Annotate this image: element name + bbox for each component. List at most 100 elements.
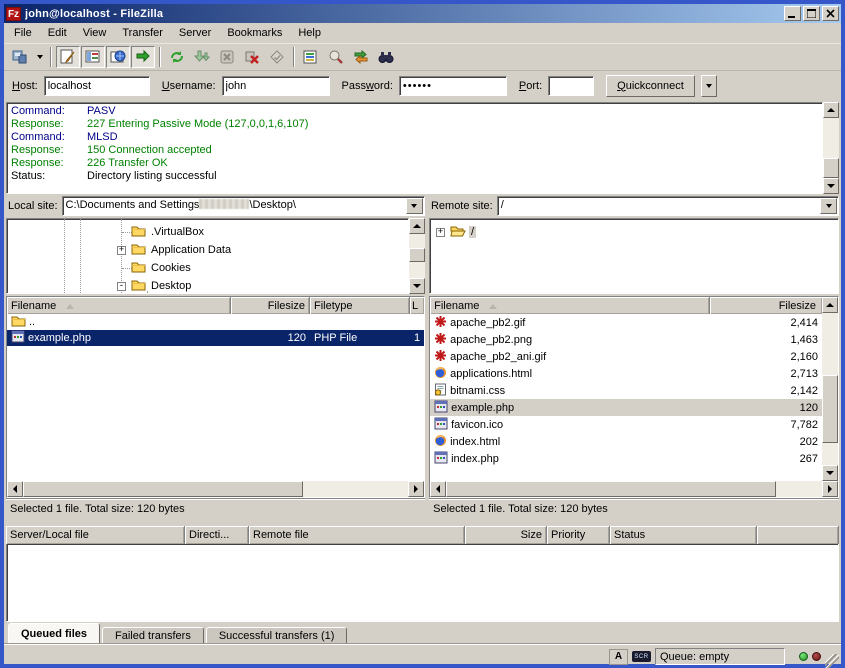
horizontal-splitter[interactable] xyxy=(4,518,841,526)
list-item[interactable]: apache_pb2.png 1,463 xyxy=(430,331,822,348)
close-button[interactable] xyxy=(822,6,839,21)
directory-filters-button[interactable] xyxy=(299,46,323,68)
menu-view[interactable]: View xyxy=(75,24,115,42)
tree-item-application-data[interactable]: Application Data xyxy=(131,241,233,259)
scrollbar-thumb[interactable] xyxy=(23,481,303,497)
tab-failed-transfers[interactable]: Failed transfers xyxy=(102,627,204,644)
local-path-dropdown[interactable] xyxy=(406,198,423,214)
sort-ascending-icon xyxy=(66,300,74,309)
scroll-up-button[interactable] xyxy=(823,102,839,118)
toggle-message-log-button[interactable] xyxy=(56,46,80,68)
list-item[interactable]: index.php 267 xyxy=(430,450,822,467)
list-item[interactable]: apache_pb2.gif 2,414 xyxy=(430,314,822,331)
quickconnect-dropdown[interactable] xyxy=(701,75,717,97)
speedlimit-indicator-icon[interactable]: SCR xyxy=(632,651,651,662)
column-header-direction[interactable]: Directi... xyxy=(185,526,249,544)
reconnect-button[interactable] xyxy=(265,46,289,68)
host-input[interactable] xyxy=(44,76,150,96)
local-tree-scrollbar[interactable] xyxy=(409,218,425,294)
menu-help[interactable]: Help xyxy=(290,24,329,42)
list-item[interactable]: apache_pb2_ani.gif 2,160 xyxy=(430,348,822,365)
tree-item-cookies[interactable]: Cookies xyxy=(131,259,193,277)
list-item[interactable]: index.html 202 xyxy=(430,433,822,450)
refresh-button[interactable] xyxy=(165,46,189,68)
synchronized-browsing-button[interactable] xyxy=(349,46,373,68)
column-header-filename[interactable]: Filename xyxy=(430,297,710,314)
menu-edit[interactable]: Edit xyxy=(40,24,75,42)
queue-body[interactable] xyxy=(6,544,839,622)
scrollbar-thumb[interactable] xyxy=(822,375,838,443)
disconnect-button[interactable] xyxy=(240,46,264,68)
column-header-remote-file[interactable]: Remote file xyxy=(249,526,465,544)
remote-file-list[interactable]: apache_pb2.gif 2,414 apache_pb2.png 1,46… xyxy=(430,314,822,481)
toggle-transfer-queue-button[interactable] xyxy=(131,46,155,68)
list-item[interactable]: bitnami.css 2,142 xyxy=(430,382,822,399)
column-header-filename[interactable]: Filename xyxy=(7,297,231,314)
scrollbar-thumb[interactable] xyxy=(823,158,839,178)
scroll-left-button[interactable] xyxy=(430,481,446,497)
local-horizontal-scrollbar[interactable] xyxy=(7,481,424,497)
column-header-priority[interactable]: Priority xyxy=(547,526,610,544)
quickconnect-button[interactable]: Quickconnect xyxy=(606,75,695,97)
site-manager-dropdown[interactable] xyxy=(33,46,46,68)
scroll-down-button[interactable] xyxy=(822,465,838,481)
message-log-box[interactable]: Command:PASV Response:227 Entering Passi… xyxy=(6,102,823,194)
collapse-icon[interactable]: - xyxy=(117,282,126,291)
compare-directories-button[interactable] xyxy=(324,46,348,68)
list-item-example-php[interactable]: example.php 120 xyxy=(430,399,822,416)
column-header-filesize[interactable]: Filesize xyxy=(710,297,822,314)
expand-icon[interactable]: + xyxy=(117,246,126,255)
tree-item-virtualbox[interactable]: .VirtualBox xyxy=(131,223,206,241)
tab-queued-files[interactable]: Queued files xyxy=(8,623,100,644)
list-item-parent-dir[interactable]: .. xyxy=(7,314,424,330)
scroll-right-button[interactable] xyxy=(408,481,424,497)
menu-file[interactable]: File xyxy=(6,24,40,42)
list-item-example-php[interactable]: example.php 120 PHP File 1 xyxy=(7,330,424,346)
toggle-remote-tree-button[interactable] xyxy=(106,46,130,68)
data-type-indicator-icon[interactable]: A xyxy=(609,649,628,665)
menu-bookmarks[interactable]: Bookmarks xyxy=(219,24,290,42)
scrollbar-thumb[interactable] xyxy=(446,481,776,497)
remote-path-dropdown[interactable] xyxy=(820,198,837,214)
column-header-server-local-file[interactable]: Server/Local file xyxy=(6,526,185,544)
scroll-down-button[interactable] xyxy=(409,278,425,294)
tab-successful-transfers[interactable]: Successful transfers (1) xyxy=(206,627,348,644)
minimize-button[interactable] xyxy=(784,6,801,21)
resize-grip[interactable] xyxy=(825,654,839,668)
password-input[interactable] xyxy=(399,76,507,96)
local-tree[interactable]: .VirtualBox + Application Data Cookies xyxy=(6,218,409,294)
tree-item-root[interactable]: / xyxy=(450,223,476,241)
scroll-up-button[interactable] xyxy=(822,297,838,313)
list-item[interactable]: applications.html 2,713 xyxy=(430,365,822,382)
menu-server[interactable]: Server xyxy=(171,24,219,42)
remote-tree[interactable]: + / xyxy=(429,218,839,294)
column-header-filetype[interactable]: Filetype xyxy=(310,297,410,314)
column-header-status[interactable]: Status xyxy=(610,526,757,544)
remote-list-scrollbar[interactable] xyxy=(822,297,838,481)
cancel-operation-button[interactable] xyxy=(215,46,239,68)
scroll-down-button[interactable] xyxy=(823,178,839,194)
process-queue-button[interactable] xyxy=(190,46,214,68)
maximize-button[interactable] xyxy=(803,6,820,21)
scroll-right-button[interactable] xyxy=(822,481,838,497)
scroll-left-button[interactable] xyxy=(7,481,23,497)
list-item[interactable]: favicon.ico 7,782 xyxy=(430,416,822,433)
local-site-combobox[interactable]: C:\Documents and Settings\Desktop\ xyxy=(62,196,425,216)
find-files-button[interactable] xyxy=(374,46,398,68)
port-input[interactable] xyxy=(548,76,594,96)
toggle-local-tree-button[interactable] xyxy=(81,46,105,68)
local-file-list[interactable]: .. example.php 120 PHP File 1 xyxy=(7,314,424,481)
tree-item-desktop[interactable]: Desktop xyxy=(131,277,193,294)
column-header-filesize[interactable]: Filesize xyxy=(231,297,310,314)
remote-horizontal-scrollbar[interactable] xyxy=(430,481,838,497)
site-manager-button[interactable] xyxy=(8,46,32,68)
remote-site-combobox[interactable]: / xyxy=(497,196,839,216)
menu-transfer[interactable]: Transfer xyxy=(114,24,171,42)
scrollbar-thumb[interactable] xyxy=(409,248,425,262)
scroll-up-button[interactable] xyxy=(409,218,425,234)
username-input[interactable] xyxy=(222,76,330,96)
column-header-lastmodified[interactable]: L xyxy=(410,297,424,314)
expand-icon[interactable]: + xyxy=(436,228,445,237)
column-header-size[interactable]: Size xyxy=(465,526,547,544)
log-scrollbar[interactable] xyxy=(823,102,839,194)
